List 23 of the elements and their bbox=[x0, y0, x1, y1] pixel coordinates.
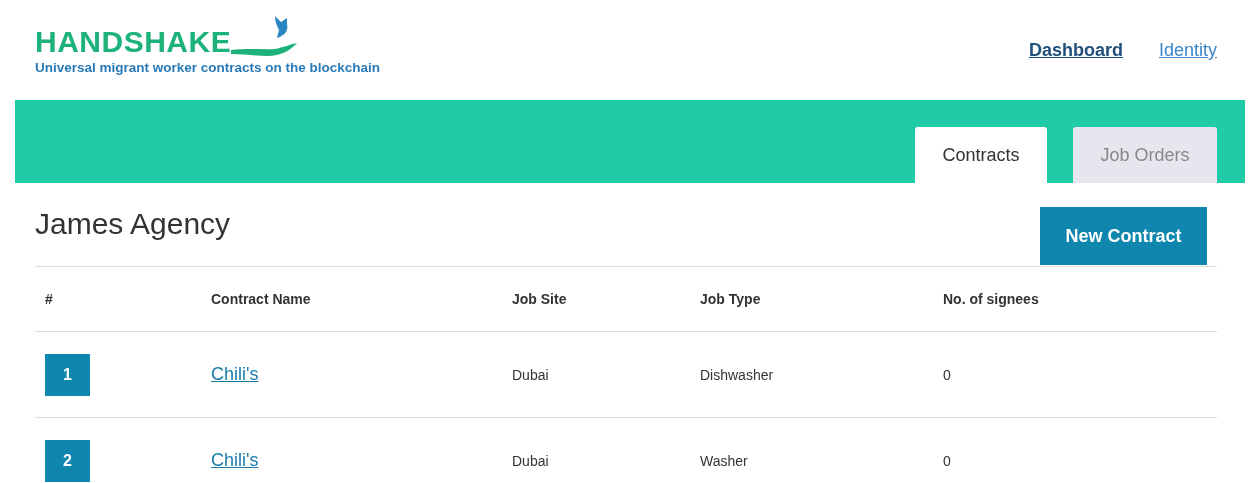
page-title: James Agency bbox=[35, 207, 231, 241]
tab[interactable]: Contracts bbox=[915, 127, 1047, 183]
column-header: # bbox=[45, 291, 54, 307]
contract-link[interactable]: Chili's bbox=[211, 364, 259, 384]
column-header: Job Type bbox=[700, 291, 762, 307]
tagline: Universal migrant worker contracts on the blockchain bbox=[35, 60, 381, 75]
new-contract-button[interactable]: New Contract bbox=[1040, 207, 1207, 265]
contract-link[interactable]: Chili's bbox=[211, 450, 259, 470]
table-cell-text: Washer bbox=[700, 452, 749, 469]
table-cell-text: Dubai bbox=[512, 366, 550, 383]
nav-link[interactable]: Dashboard bbox=[1028, 40, 1123, 61]
tab[interactable]: Job Orders bbox=[1073, 127, 1217, 183]
row-number: 1 bbox=[45, 353, 90, 396]
table-cell-text: Dishwasher bbox=[700, 366, 775, 383]
column-header: Job Site bbox=[512, 291, 568, 307]
row-number: 2 bbox=[45, 439, 90, 482]
table-cell-text: 0 bbox=[943, 366, 952, 383]
column-header: Contract Name bbox=[211, 291, 312, 307]
table-cell-text: 0 bbox=[943, 452, 952, 469]
table-cell-text: Dubai bbox=[512, 452, 550, 469]
brand-name: HANDSHAKE bbox=[35, 26, 232, 58]
nav-link[interactable]: Identity bbox=[1158, 40, 1217, 61]
column-header: No. of signees bbox=[943, 291, 1040, 307]
